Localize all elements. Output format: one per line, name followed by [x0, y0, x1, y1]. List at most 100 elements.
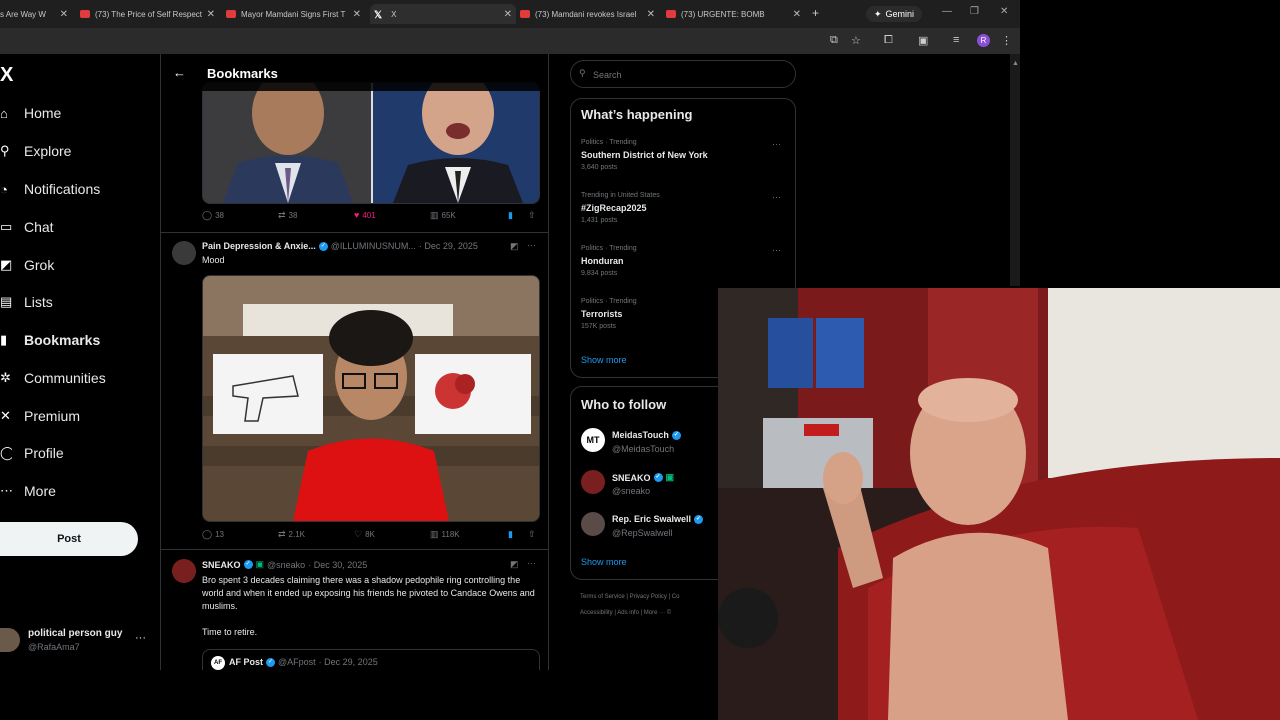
tab-title: (73) The Price of Self Respect [95, 9, 203, 19]
repost-button[interactable]: ⇄ 2.1K [278, 529, 305, 540]
browser-tab[interactable]: Mayor Mamdani Signs First T ✕ [226, 4, 361, 24]
author-name[interactable]: SNEAKO [202, 560, 241, 570]
sidebar-item-label: Premium [24, 408, 81, 424]
browser-tab[interactable]: (73) Mamdani revokes Israel ✕ [520, 4, 655, 24]
more-icon[interactable]: ··· [527, 558, 536, 568]
follow-suggestion[interactable]: SNEAKO ✓ ▣ @sneako [581, 470, 731, 498]
reply-button[interactable]: ◯ 13 [202, 529, 224, 540]
new-tab-button[interactable]: + [812, 6, 819, 20]
close-icon[interactable]: ✕ [203, 9, 215, 20]
close-window-icon[interactable]: ✕ [1000, 6, 1008, 17]
browser-tab-active[interactable]: 𝕏 X ✕ [370, 4, 516, 24]
bookmark-button[interactable]: ▮ [508, 529, 513, 540]
sidebar-item-label: Explore [24, 143, 72, 159]
grok-icon[interactable]: ◩ [510, 559, 519, 570]
browser-tab[interactable]: (73) URGENTE: BOMB ✕ [666, 4, 801, 24]
tweet-image[interactable] [202, 82, 540, 204]
close-icon[interactable]: ✕ [56, 9, 68, 20]
follow-suggestion[interactable]: MT MeidasTouch ✓ @MeidasTouch [581, 428, 731, 456]
back-arrow-icon[interactable]: ← [173, 65, 186, 80]
repost-button[interactable]: ⇄ 38 [278, 210, 297, 221]
tweet-date[interactable]: · Dec 30, 2025 [308, 560, 367, 570]
account-name[interactable]: political person guy [28, 628, 122, 639]
post-button[interactable]: Post [0, 522, 138, 556]
verified-icon: ✓ [266, 657, 276, 667]
like-button[interactable]: ♡ 8K [354, 529, 375, 540]
sidebar-item-explore[interactable]: ⚲ Explore [0, 139, 71, 163]
verified-icon: ✓ [694, 514, 704, 524]
reply-icon: ◯ [202, 529, 213, 539]
maximize-icon[interactable]: ❐ [970, 6, 979, 17]
views-button[interactable]: ▥ 65K [430, 210, 456, 221]
close-icon[interactable]: ✕ [789, 9, 801, 20]
tweet-date[interactable]: · Dec 29, 2025 [419, 241, 478, 251]
show-more-link[interactable]: Show more [581, 557, 627, 567]
close-icon[interactable]: ✕ [349, 9, 361, 20]
scrollbar[interactable] [1010, 54, 1020, 286]
media-icon[interactable]: ≡ [953, 34, 959, 46]
heart-icon: ♡ [354, 529, 363, 539]
tweet-image[interactable] [202, 275, 540, 522]
account-handle: @RafaAma7 [28, 642, 80, 652]
menu-icon[interactable]: ⋮ [1001, 34, 1012, 47]
close-icon[interactable]: ✕ [643, 9, 655, 20]
tweet-actions: ◯ 13 ⇄ 2.1K ♡ 8K ▥ 118K ▮ ⇧ [202, 529, 540, 543]
close-icon[interactable]: ✕ [500, 9, 512, 20]
grok-icon[interactable]: ◩ [510, 241, 519, 252]
author-handle[interactable]: @sneako [267, 560, 305, 570]
avatar[interactable] [172, 559, 196, 583]
search-bar[interactable]: ⚲ [570, 60, 796, 88]
scroll-up-icon[interactable]: ▲ [1012, 60, 1019, 68]
avatar[interactable] [172, 241, 196, 265]
sidepanel-icon[interactable]: ▣ [918, 34, 928, 47]
trend-topic: Southern District of New York [581, 150, 708, 160]
x-logo[interactable]: X [0, 64, 13, 87]
more-icon[interactable]: ··· [135, 632, 146, 644]
author-name[interactable]: Pain Depression & Anxie... [202, 241, 316, 251]
trend-item[interactable]: Trending in United States #ZigRecap2025 … [581, 192, 791, 224]
trend-item[interactable]: Politics · Trending Honduran 9,834 posts… [581, 245, 791, 277]
more-icon[interactable]: ··· [527, 240, 536, 250]
share-button[interactable]: ⇧ [528, 210, 536, 221]
sidebar-item-premium[interactable]: ✕ Premium [0, 404, 80, 428]
repost-icon: ⇄ [278, 529, 286, 539]
sidebar-item-notifications[interactable]: ◔ Notifications [0, 177, 100, 201]
sidebar-item-chat[interactable]: ▭ Chat [0, 215, 54, 239]
share-button[interactable]: ⇧ [528, 529, 536, 540]
more-icon[interactable]: ··· [772, 139, 781, 149]
browser-tab[interactable]: (73) The Price of Self Respect ✕ [80, 4, 215, 24]
like-button[interactable]: ♥ 401 [354, 210, 376, 220]
footer-links[interactable]: Accessibility | Ads info | More ··· © [580, 610, 671, 616]
browser-tab[interactable]: s Are Way W ✕ [0, 4, 68, 24]
sidebar-item-grok[interactable]: ◩ Grok [0, 253, 54, 277]
extensions-icon[interactable]: ⧠ [884, 34, 893, 47]
minimize-icon[interactable]: — [942, 6, 952, 17]
verified-icon: ✓ [671, 430, 681, 440]
list-icon: ▤ [0, 294, 12, 309]
share-icon: ⇧ [528, 210, 536, 220]
sidebar-item-home[interactable]: ⌂ Home [0, 101, 61, 125]
footer-links[interactable]: Terms of Service | Privacy Policy | Co [580, 594, 679, 600]
tweet-actions: ◯ 38 ⇄ 38 ♥ 401 ▥ 65K ▮ ⇧ [202, 210, 540, 224]
bookmark-button[interactable]: ▮ [508, 210, 513, 221]
trend-item[interactable]: Politics · Trending Southern District of… [581, 139, 791, 171]
search-input[interactable] [591, 67, 785, 83]
author-handle[interactable]: @ILLUMINUSNUM... [331, 241, 416, 251]
views-button[interactable]: ▥ 118K [430, 529, 460, 540]
show-more-link[interactable]: Show more [581, 355, 627, 365]
reply-button[interactable]: ◯ 38 [202, 210, 224, 221]
sidebar-item-profile[interactable]: ◯ Profile [0, 441, 64, 465]
sidebar-item-communities[interactable]: ✲ Communities [0, 366, 106, 390]
more-icon[interactable]: ··· [772, 192, 781, 202]
install-icon[interactable]: ⧉ [830, 34, 838, 47]
sidebar-item-lists[interactable]: ▤ Lists [0, 290, 53, 314]
quoted-header: AF Post ✓ @AFpost · Dec 29, 2025 [229, 657, 378, 667]
sidebar-item-bookmarks[interactable]: ▮ Bookmarks [0, 328, 100, 352]
sidebar-item-label: Grok [24, 257, 55, 273]
follow-suggestion[interactable]: Rep. Eric Swalwell ✓ @RepSwalwell [581, 512, 731, 540]
more-icon[interactable]: ··· [772, 245, 781, 255]
gemini-button[interactable]: ✦ Gemini [866, 6, 923, 22]
sidebar-item-more[interactable]: ⋯ More [0, 479, 56, 503]
profile-avatar[interactable]: R [977, 34, 990, 47]
star-icon[interactable]: ☆ [851, 34, 861, 47]
